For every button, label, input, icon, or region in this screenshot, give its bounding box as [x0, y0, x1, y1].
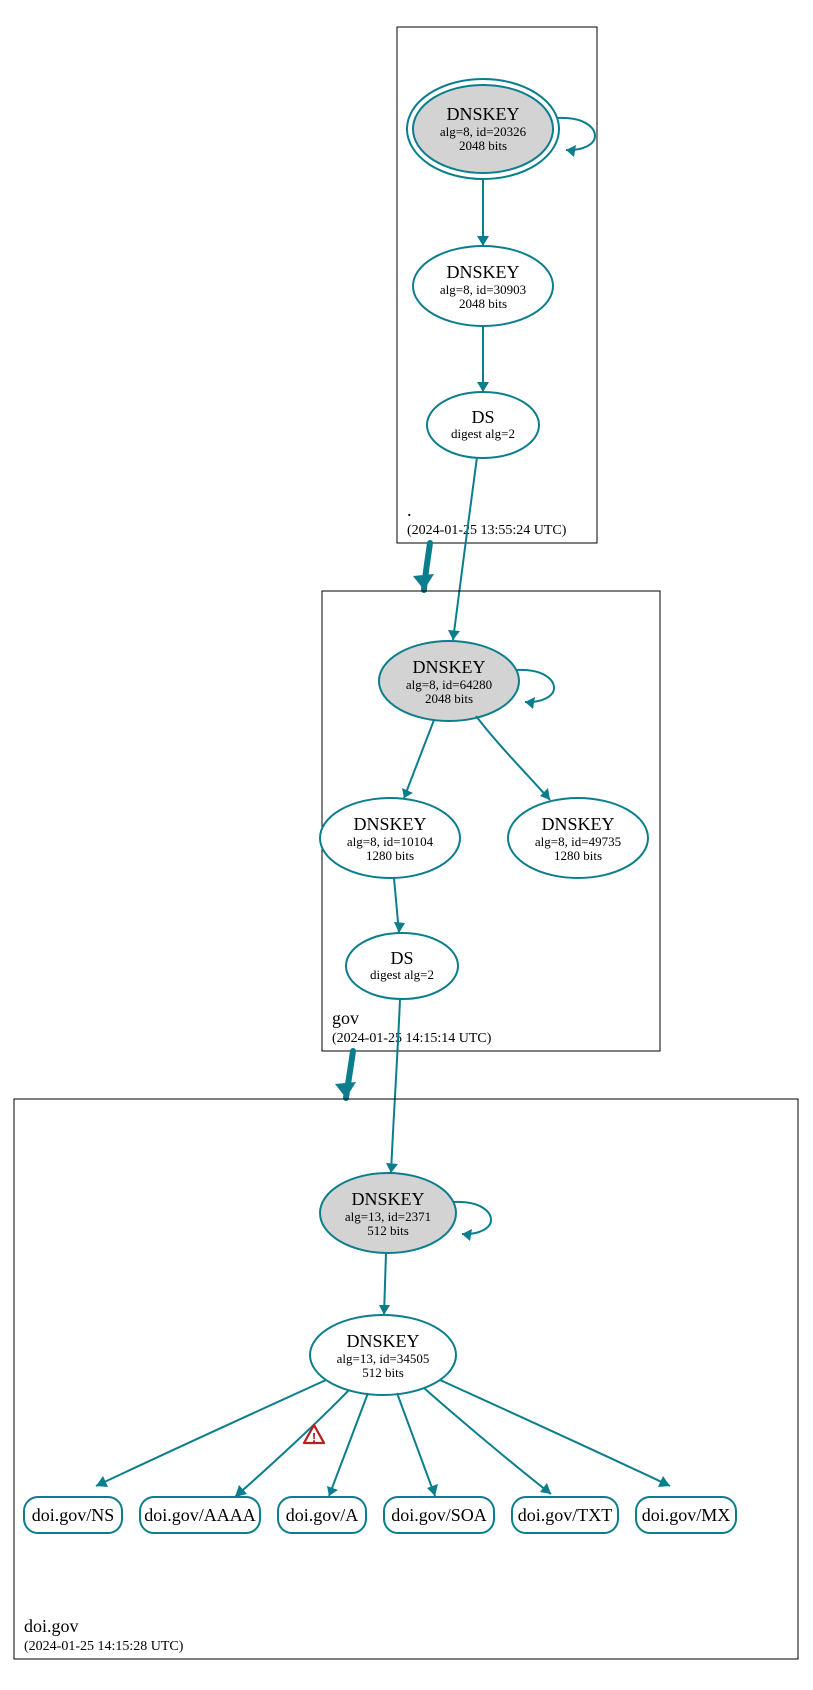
svg-text:DS: DS	[390, 948, 413, 968]
edge-gov-ksk-zskb	[476, 716, 550, 800]
svg-text:512 bits: 512 bits	[367, 1223, 409, 1238]
svg-text:1280 bits: 1280 bits	[554, 848, 602, 863]
svg-text:!: !	[312, 1430, 316, 1445]
svg-text:2048 bits: 2048 bits	[459, 296, 507, 311]
svg-text:DNSKEY: DNSKEY	[541, 814, 614, 834]
arrow-doi-ksk-self	[462, 1229, 472, 1241]
svg-text:DNSKEY: DNSKEY	[446, 262, 519, 282]
svg-text:alg=8, id=20326: alg=8, id=20326	[440, 124, 527, 139]
svg-text:alg=13, id=34505: alg=13, id=34505	[337, 1351, 430, 1366]
edge-zsk-a	[329, 1393, 368, 1496]
svg-text:512 bits: 512 bits	[362, 1365, 404, 1380]
svg-text:2048 bits: 2048 bits	[425, 691, 473, 706]
svg-text:digest alg=2: digest alg=2	[451, 426, 515, 441]
svg-text:DNSKEY: DNSKEY	[346, 1331, 419, 1351]
edge-zsk-txt	[424, 1388, 551, 1494]
node-gov-zsk-a: DNSKEY alg=8, id=10104 1280 bits	[320, 798, 460, 878]
record-mx-label: doi.gov/MX	[642, 1505, 731, 1525]
warning-icon: !	[304, 1425, 324, 1445]
zone-gov-label: gov	[332, 1008, 359, 1028]
node-gov-zsk-b: DNSKEY alg=8, id=49735 1280 bits	[508, 798, 648, 878]
node-root-ksk: DNSKEY alg=8, id=20326 2048 bits	[407, 79, 559, 179]
arrow-zsk-soa	[427, 1484, 438, 1496]
arrow-gov-ksk-self	[525, 697, 535, 709]
node-doi-zsk: DNSKEY alg=13, id=34505 512 bits	[310, 1315, 456, 1395]
edge-doi-ksk-self	[454, 1202, 491, 1234]
svg-text:2048 bits: 2048 bits	[459, 138, 507, 153]
arrow-gov-zska-ds	[394, 922, 405, 933]
dnssec-graph: . (2024-01-25 13:55:24 UTC) DNSKEY alg=8…	[0, 0, 813, 1690]
edge-gov-ksk-self	[517, 670, 554, 702]
svg-text:DNSKEY: DNSKEY	[412, 657, 485, 677]
edge-root-ksk-self	[558, 118, 595, 150]
node-gov-ds: DS digest alg=2	[346, 933, 458, 999]
record-ns-label: doi.gov/NS	[32, 1505, 115, 1525]
svg-text:alg=8, id=49735: alg=8, id=49735	[535, 834, 621, 849]
zone-root-label: .	[407, 500, 412, 520]
zone-gov-timestamp: (2024-01-25 14:15:14 UTC)	[332, 1031, 492, 1046]
arrow-root-ksk-self	[566, 145, 576, 157]
svg-text:DNSKEY: DNSKEY	[353, 814, 426, 834]
zone-doigov-timestamp: (2024-01-25 14:15:28 UTC)	[24, 1639, 184, 1654]
arrow-root-zsk-ds	[477, 382, 489, 392]
edge-zsk-soa	[397, 1393, 435, 1496]
edge-gov-ds-doi-ksk	[391, 999, 400, 1173]
svg-text:alg=8, id=64280: alg=8, id=64280	[406, 677, 492, 692]
node-doi-ksk: DNSKEY alg=13, id=2371 512 bits	[320, 1173, 456, 1253]
edge-zsk-aaaa	[235, 1390, 349, 1497]
record-a-label: doi.gov/A	[286, 1505, 359, 1525]
node-gov-ksk: DNSKEY alg=8, id=64280 2048 bits	[379, 641, 519, 721]
svg-text:DNSKEY: DNSKEY	[351, 1189, 424, 1209]
arrow-root-to-gov-box	[413, 574, 434, 590]
record-aaaa-label: doi.gov/AAAA	[144, 1505, 256, 1525]
svg-text:DNSKEY: DNSKEY	[446, 104, 519, 124]
node-root-zsk: DNSKEY alg=8, id=30903 2048 bits	[413, 246, 553, 326]
edge-zsk-ns	[96, 1380, 326, 1486]
arrow-gov-to-doi-box	[335, 1082, 356, 1098]
svg-text:alg=8, id=30903: alg=8, id=30903	[440, 282, 526, 297]
svg-text:alg=13, id=2371: alg=13, id=2371	[345, 1209, 431, 1224]
record-soa-label: doi.gov/SOA	[391, 1505, 487, 1525]
record-txt-label: doi.gov/TXT	[518, 1505, 613, 1525]
arrow-root-ds-gov-ksk	[448, 630, 460, 640]
arrow-gov-ds-doi-ksk	[386, 1163, 398, 1173]
edge-gov-ksk-zska	[404, 720, 434, 798]
zone-root-timestamp: (2024-01-25 13:55:24 UTC)	[407, 523, 567, 538]
arrow-zsk-txt	[540, 1483, 551, 1494]
edge-root-ds-gov-ksk	[453, 457, 477, 640]
svg-text:digest alg=2: digest alg=2	[370, 967, 434, 982]
svg-text:alg=8, id=10104: alg=8, id=10104	[347, 834, 434, 849]
arrow-doi-ksk-zsk	[379, 1305, 390, 1315]
node-root-ds: DS digest alg=2	[427, 392, 539, 458]
arrow-root-ksk-zsk	[477, 236, 489, 246]
svg-text:1280 bits: 1280 bits	[366, 848, 414, 863]
svg-text:DS: DS	[471, 407, 494, 427]
zone-doigov-label: doi.gov	[24, 1616, 79, 1636]
